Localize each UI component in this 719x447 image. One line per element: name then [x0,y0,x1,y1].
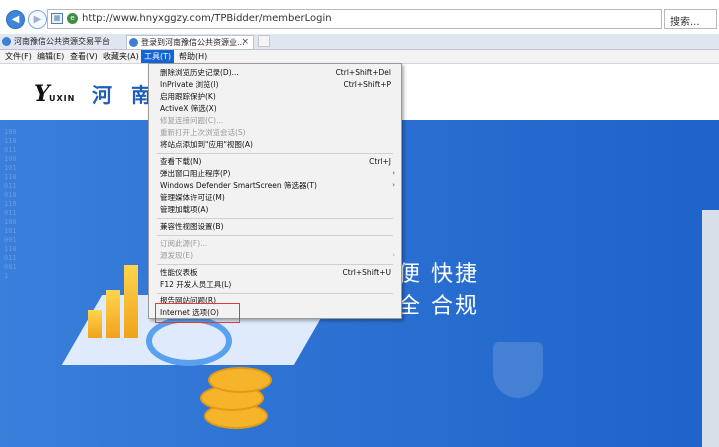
site-favicon-icon: e [67,13,78,24]
menu-tools[interactable]: 工具(T) [141,50,175,63]
menu-item-delete-history[interactable]: 删除浏览历史记录(D)... [160,67,239,78]
search-placeholder: 搜索... [670,17,700,28]
tab-label: 河南豫信公共资源交易平台 [14,37,110,46]
menu-bar: 文件(F) 编辑(E) 查看(V) 收藏夹(A) 工具(T) 帮助(H) [0,50,719,64]
new-tab-button[interactable] [258,35,270,47]
internet-options-highlight-box [155,303,240,323]
bar-illustration [106,290,120,338]
hero-slogan-line1: 便 快捷 [398,262,479,287]
ring-illustration [146,316,232,366]
url-text: http://www.hnyxggzy.com/TPBidder/memberL… [82,13,332,24]
ie-tab-icon [2,37,11,46]
menu-item-add-to-apps[interactable]: 将站点添加到"应用"视图(A) [160,139,253,150]
menu-item-feed-discovery: 源发现(E) [160,251,194,260]
menu-separator [157,218,393,219]
compat-view-icon[interactable]: ▦ [51,13,63,24]
submenu-arrow-icon: › [392,169,395,177]
menu-favorites[interactable]: 收藏夹(A) [100,50,142,63]
arrow-right-icon: ▶ [33,13,42,25]
hero-slogan-line2: 全 合规 [398,294,479,319]
tab-strip: 河南豫信公共资源交易平台 登录到河南豫信公共资源业... × [0,34,719,50]
menu-edit[interactable]: 编辑(E) [34,50,67,63]
bar-illustration [88,310,102,338]
menu-item-compat-view-settings[interactable]: 兼容性视图设置(B) [160,221,224,232]
menu-item-popup-blocker[interactable]: 弹出窗口阻止程序(P) [160,168,230,179]
ie-tab-icon [129,38,138,47]
shortcut-label: Ctrl+J [369,157,391,166]
shortcut-label: Ctrl+Shift+Del [335,68,391,77]
menu-item-subscribe-feed: 订阅此源(F)... [160,239,208,248]
menu-item-media-licenses[interactable]: 管理媒体许可证(M) [160,192,225,203]
menu-file[interactable]: 文件(F) [2,50,35,63]
tab-member-login[interactable]: 登录到河南豫信公共资源业... × [126,35,254,49]
menu-item-activex-filter[interactable]: ActiveX 筛选(X) [160,103,217,114]
menu-item-f12-devtools[interactable]: F12 开发人员工具(L) [160,279,231,290]
forward-button[interactable]: ▶ [28,10,47,29]
menu-item-smartscreen[interactable]: Windows Defender SmartScreen 筛选器(T) [160,180,317,191]
menu-separator [157,293,393,294]
site-logo[interactable]: Y [34,81,50,107]
search-input[interactable]: 搜索... [664,9,717,29]
menu-view[interactable]: 查看(V) [67,50,101,63]
site-logo-text: UXIN [49,94,76,103]
menu-item-inprivate[interactable]: InPrivate 浏览(I) [160,79,219,90]
tab-label: 登录到河南豫信公共资源业... [141,38,245,47]
binary-pattern-decoration: 1001100111001011100110101100111001010011… [4,128,17,280]
menu-item-performance-dashboard[interactable]: 性能仪表板 [160,267,198,278]
menu-item-view-downloads[interactable]: 查看下载(N) [160,156,201,167]
tools-dropdown-menu: 删除浏览历史记录(D)... Ctrl+Shift+Del InPrivate … [148,63,402,319]
arrow-left-icon: ◀ [11,13,20,25]
menu-help[interactable]: 帮助(H) [176,50,210,63]
menu-separator [157,153,393,154]
bar-illustration [124,265,138,338]
coin-illustration [208,367,272,393]
shortcut-label: Ctrl+Shift+U [342,268,391,277]
tab-trading-platform[interactable]: 河南豫信公共资源交易平台 [0,35,125,49]
submenu-arrow-icon: › [392,181,395,189]
url-field[interactable]: ▦ e http://www.hnyxggzy.com/TPBidder/mem… [47,9,707,29]
address-bar-area: ◀ ▶ ▦ e http://www.hnyxggzy.com/TPBidder… [0,0,719,34]
menu-item-manage-addons[interactable]: 管理加载项(A) [160,204,208,215]
tab-close-icon[interactable]: × [241,36,249,49]
shield-illustration [493,342,543,398]
menu-item-tracking-protection[interactable]: 启用跟踪保护(K) [160,91,216,102]
right-side-panel [702,210,719,447]
menu-item-fix-connection: 修复连接问题(C)... [160,116,224,125]
menu-separator [157,264,393,265]
shortcut-label: Ctrl+Shift+P [343,80,391,89]
back-button[interactable]: ◀ [6,10,25,29]
menu-separator [157,235,393,236]
menu-item-reopen-session: 重新打开上次浏览会话(S) [160,128,246,137]
submenu-arrow-icon: › [392,251,395,259]
